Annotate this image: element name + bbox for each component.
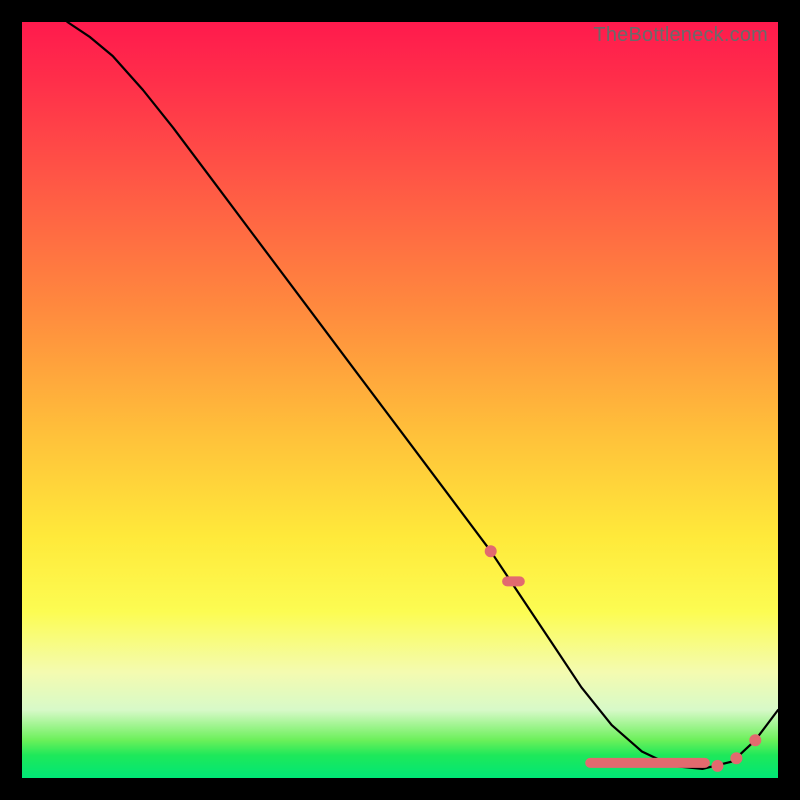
marker-dash [585,758,710,768]
chart-frame: TheBottleneck.com [0,0,800,800]
marker-dash [502,576,525,586]
chart-plot-area: TheBottleneck.com [22,22,778,778]
marker-dot [712,760,724,772]
chart-overlay [22,22,778,778]
marker-dot [730,752,742,764]
marker-dot [485,545,497,557]
marker-dot [749,734,761,746]
bottleneck-curve [67,22,778,769]
marker-layer [485,545,762,772]
